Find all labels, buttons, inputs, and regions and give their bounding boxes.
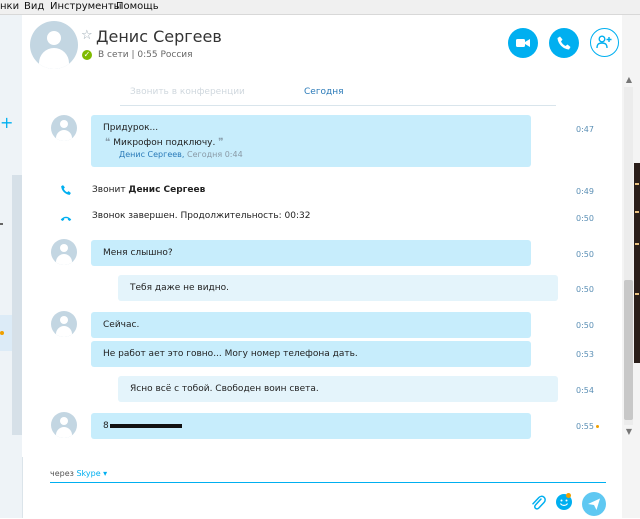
sidebar-tick	[0, 223, 3, 225]
quoted-text: Микрофон подключу.	[113, 138, 216, 148]
redacted-number	[109, 423, 182, 428]
composer-divider	[50, 482, 606, 483]
add-contact-icon	[596, 35, 612, 49]
emoticon-badge	[566, 493, 571, 498]
call-icon	[557, 36, 571, 50]
sidebar-scrollbar[interactable]	[12, 175, 22, 435]
phone-incoming-icon	[61, 185, 71, 195]
message-text: 8	[103, 421, 182, 431]
scroll-up-icon[interactable]: ▲	[623, 75, 635, 85]
menu-bar: нки Вид Инструменты Помощь	[0, 0, 640, 15]
message-text: Меня слышно?	[103, 248, 173, 258]
video-call-button[interactable]	[508, 28, 538, 58]
date-divider: Звонить в конференции Сегодня	[120, 79, 556, 106]
send-via: через Skype ▾	[50, 469, 108, 478]
message-text: Сейчас.	[103, 320, 140, 330]
message-bubble[interactable]: Сейчас.	[91, 312, 531, 338]
online-status-icon: ✓	[82, 50, 92, 60]
quote-date: Сегодня 0:44	[186, 150, 243, 159]
date-divider-label: Сегодня	[304, 87, 344, 97]
quote-author[interactable]: Денис Сергеев	[119, 150, 182, 159]
message-bubble[interactable]: Не работ ает это говно... Могу номер тел…	[91, 341, 531, 367]
status-text: В сети | 0:55 Россия	[98, 50, 193, 60]
message-bubble-outgoing[interactable]: Ясно всё с тобой. Свободен воин света.	[118, 376, 558, 402]
call-ended-event: Звонок завершен. Продолжительность: 00:3…	[92, 211, 311, 221]
menu-tools[interactable]: Инструменты	[50, 0, 122, 14]
attach-icon[interactable]	[530, 494, 546, 512]
message-bubble[interactable]: Придурок... ❝ Микрофон подключу. ❞ Денис…	[91, 115, 531, 167]
menu-help[interactable]: Помощь	[116, 0, 159, 14]
call-event: Звонит Денис Сергеев	[92, 185, 206, 195]
send-button[interactable]	[582, 492, 606, 516]
message-time: 0:50	[576, 214, 594, 223]
contact-name[interactable]: Денис Сергеев	[96, 27, 222, 47]
menu-view[interactable]: Вид	[24, 0, 44, 14]
message-bubble-outgoing[interactable]: Тебя даже не видно.	[118, 275, 558, 301]
phone-end-icon	[60, 216, 72, 221]
background-window	[634, 163, 640, 363]
caller-name: Денис Сергеев	[128, 185, 206, 195]
message-text: Ясно всё с тобой. Свободен воин света.	[130, 384, 319, 394]
add-icon[interactable]: +	[0, 115, 13, 131]
avatar[interactable]	[51, 311, 77, 337]
unread-dot	[0, 331, 4, 335]
conversation-header: ☆ Денис Сергеев ✓ В сети | 0:55 Россия	[22, 15, 622, 77]
message-time: 0:50	[576, 285, 594, 294]
send-via-selector[interactable]: Skype ▾	[76, 469, 107, 478]
video-call-icon	[516, 39, 530, 47]
message-text: Тебя даже не видно.	[130, 283, 230, 293]
menu-item-cut[interactable]: нки	[0, 0, 19, 14]
message-input[interactable]	[50, 485, 524, 515]
star-icon[interactable]: ☆	[81, 29, 93, 43]
avatar[interactable]	[51, 115, 77, 141]
quoted-message: ❝ Микрофон подключу. ❞	[105, 137, 224, 148]
scrollbar-thumb[interactable]	[624, 280, 633, 420]
avatar[interactable]	[51, 239, 77, 265]
avatar[interactable]	[30, 21, 78, 69]
date-divider-ghost: Звонить в конференции	[130, 87, 245, 97]
message-text: Не работ ает это говно... Могу номер тел…	[103, 349, 358, 359]
message-time: 0:55	[576, 422, 594, 431]
message-time: 0:50	[576, 250, 594, 259]
message-list[interactable]: Звонить в конференции Сегодня Придурок..…	[22, 77, 622, 457]
message-time: 0:53	[576, 350, 594, 359]
send-icon	[588, 498, 600, 510]
avatar[interactable]	[51, 412, 77, 438]
message-text: Придурок...	[103, 123, 159, 133]
message-time: 0:54	[576, 386, 594, 395]
sidebar-edge: +	[0, 15, 23, 518]
call-button[interactable]	[549, 28, 579, 58]
right-edge: ▲ ▼	[622, 15, 640, 518]
quote-source: Денис Сергеев, Сегодня 0:44	[119, 150, 243, 159]
pending-dot	[596, 425, 599, 428]
message-bubble[interactable]: 8	[91, 413, 531, 439]
message-bubble[interactable]: Меня слышно?	[91, 240, 531, 266]
message-time: 0:49	[576, 187, 594, 196]
add-contact-button[interactable]	[590, 28, 619, 57]
message-time: 0:50	[576, 321, 594, 330]
message-time: 0:47	[576, 125, 594, 134]
scroll-down-icon[interactable]: ▼	[623, 427, 635, 437]
